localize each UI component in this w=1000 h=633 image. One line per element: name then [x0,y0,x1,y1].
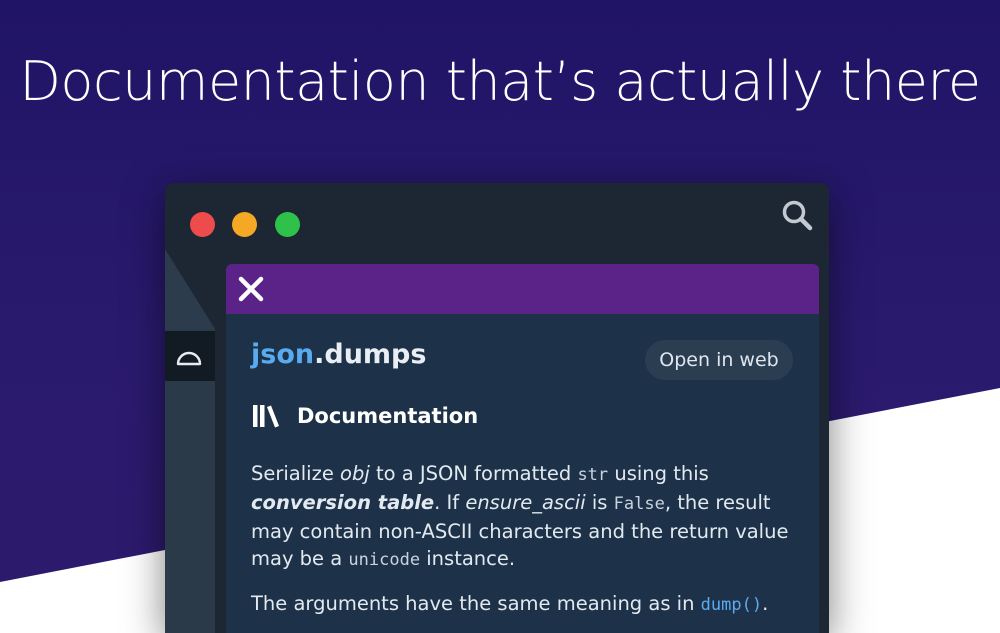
param-ensure-ascii: ensure_ascii [465,491,586,514]
text: . If [434,491,466,514]
window-close-button[interactable] [190,212,215,237]
conversion-table-link[interactable]: conversion table [251,491,434,514]
books-icon [253,405,279,428]
doc-paragraph-2: The arguments have the same meaning as i… [251,590,811,619]
dump-link[interactable]: dump() [701,595,762,615]
doc-panel-header [226,264,819,314]
doc-close-button[interactable] [236,274,266,304]
symbol-name: dumps [324,339,427,370]
sidebar-decoration [165,249,215,329]
text: using this [608,462,709,485]
documentation-panel: json.dumps Open in web Documentation Ser… [226,264,819,633]
open-in-web-button[interactable]: Open in web [645,340,793,380]
symbol-title: json.dumps [251,337,426,373]
window-minimize-button[interactable] [232,212,257,237]
param-obj: obj [340,462,370,485]
text: instance. [420,547,516,570]
symbol-separator: . [314,339,325,370]
app-window: json.dumps Open in web Documentation Ser… [165,183,829,633]
headline: Documentation that’s actually there [19,50,981,113]
symbol-module: json [251,339,315,370]
search-button[interactable] [779,197,815,233]
code-unicode: unicode [348,550,421,570]
documentation-section-heading: Documentation [251,400,478,432]
text: to a JSON formatted [369,462,578,485]
code-false: False [613,494,665,514]
search-icon [782,200,813,231]
documentation-label: Documentation [297,404,479,428]
half-circle-icon [176,351,202,366]
window-zoom-button[interactable] [275,212,300,237]
doc-paragraph-1: Serialize obj to a JSON formatted str us… [251,460,811,574]
text: Serialize [251,462,341,485]
text: The arguments have the same meaning as i… [251,592,701,615]
text: . [762,592,769,615]
text: is [585,491,614,514]
code-str: str [577,465,609,485]
close-icon [238,276,264,302]
